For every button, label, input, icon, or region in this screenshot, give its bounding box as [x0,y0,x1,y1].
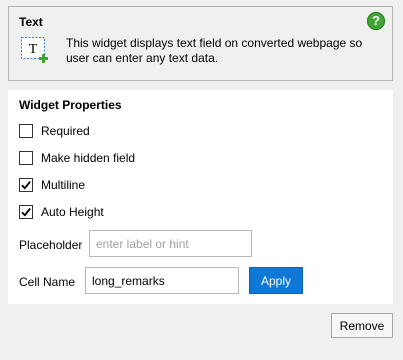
remove-button[interactable]: Remove [331,313,393,338]
cell-name-label: Cell Name [19,275,76,289]
auto-height-label: Auto Height [41,205,104,219]
cell-name-input[interactable] [85,267,239,294]
hidden-field-checkbox[interactable] [19,151,33,165]
multiline-label: Multiline [41,178,86,192]
widget-description: This widget displays text field on conve… [66,36,363,65]
checkmark-icon [21,181,31,190]
multiline-option[interactable]: Multiline [19,178,85,192]
multiline-checkbox[interactable] [19,178,33,192]
widget-info-box: Text ? T This widget displays text field… [8,6,393,81]
widget-properties-panel: Widget Properties Required Make hidden f… [8,90,393,304]
checkmark-icon [21,208,31,217]
properties-title: Widget Properties [19,98,122,112]
required-label: Required [41,124,90,138]
widget-title: Text [19,15,43,29]
auto-height-checkbox[interactable] [19,205,33,219]
auto-height-option[interactable]: Auto Height [19,205,104,219]
placeholder-label: Placeholder [19,238,83,252]
required-checkbox[interactable] [19,124,33,138]
hidden-field-label: Make hidden field [41,151,136,165]
apply-button[interactable]: Apply [249,267,303,294]
hidden-field-option[interactable]: Make hidden field [19,151,135,165]
placeholder-input[interactable] [89,230,252,257]
help-icon[interactable]: ? [367,12,385,30]
required-option[interactable]: Required [19,124,90,138]
text-field-widget-icon: T [20,36,50,66]
text-field-glyph: T [29,42,38,57]
